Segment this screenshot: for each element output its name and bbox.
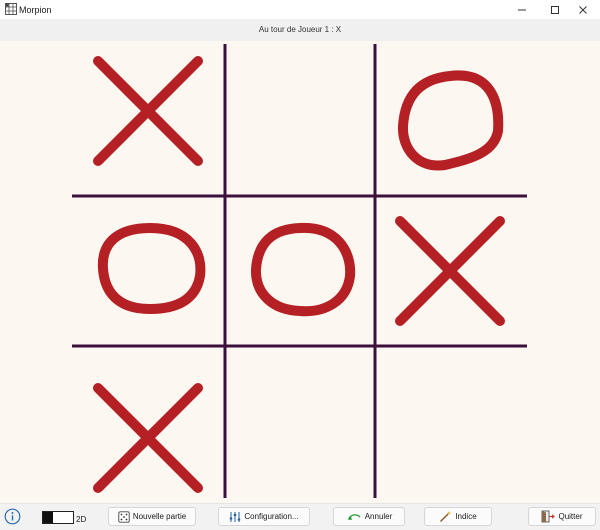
minimize-button[interactable] — [505, 0, 539, 19]
game-board-area — [0, 41, 600, 503]
board-cell-empty[interactable] — [225, 346, 375, 496]
undo-arrow-icon — [347, 513, 361, 520]
maximize-icon — [551, 5, 559, 14]
dice-icon — [118, 510, 130, 523]
bottom-toolbar: 2D Nouvelle partie Configuration... Annu… — [0, 503, 600, 530]
title-bar: Morpion — [0, 0, 600, 19]
board-cell-empty[interactable] — [225, 44, 375, 194]
exit-door-icon — [542, 510, 556, 523]
board-cell-x[interactable] — [375, 196, 525, 346]
close-button[interactable] — [566, 0, 600, 19]
minimize-icon — [518, 9, 526, 10]
hint-label: Indice — [455, 512, 477, 521]
close-icon — [579, 5, 587, 14]
turn-status: Au tour de Joueur 1 : X — [0, 19, 600, 42]
board-cell-o[interactable] — [375, 44, 525, 194]
board-cell-o[interactable] — [75, 196, 225, 346]
new-game-label: Nouvelle partie — [132, 512, 187, 521]
view-mode-label: 2D — [76, 515, 87, 524]
undo-label: Annuler — [364, 512, 393, 521]
undo-button[interactable]: Annuler — [333, 507, 405, 526]
configuration-button[interactable]: Configuration... — [218, 507, 310, 526]
info-icon[interactable] — [4, 508, 21, 525]
board-cell-x[interactable] — [75, 346, 225, 496]
sliders-icon — [230, 511, 241, 522]
view-mode-toggle[interactable] — [42, 511, 74, 524]
game-board — [72, 44, 527, 498]
hint-button[interactable]: Indice — [424, 507, 492, 526]
board-cell-x[interactable] — [75, 44, 225, 194]
board-cell-o[interactable] — [225, 196, 375, 346]
new-game-button[interactable]: Nouvelle partie — [108, 507, 196, 526]
board-cell-empty[interactable] — [375, 346, 525, 496]
quit-button[interactable]: Quitter — [528, 507, 596, 526]
configuration-label: Configuration... — [244, 512, 299, 521]
app-icon — [5, 3, 17, 15]
window-title: Morpion — [19, 5, 52, 15]
magic-wand-icon — [440, 511, 452, 522]
quit-label: Quitter — [558, 512, 583, 521]
view-mode-toggle-fill — [43, 512, 53, 523]
